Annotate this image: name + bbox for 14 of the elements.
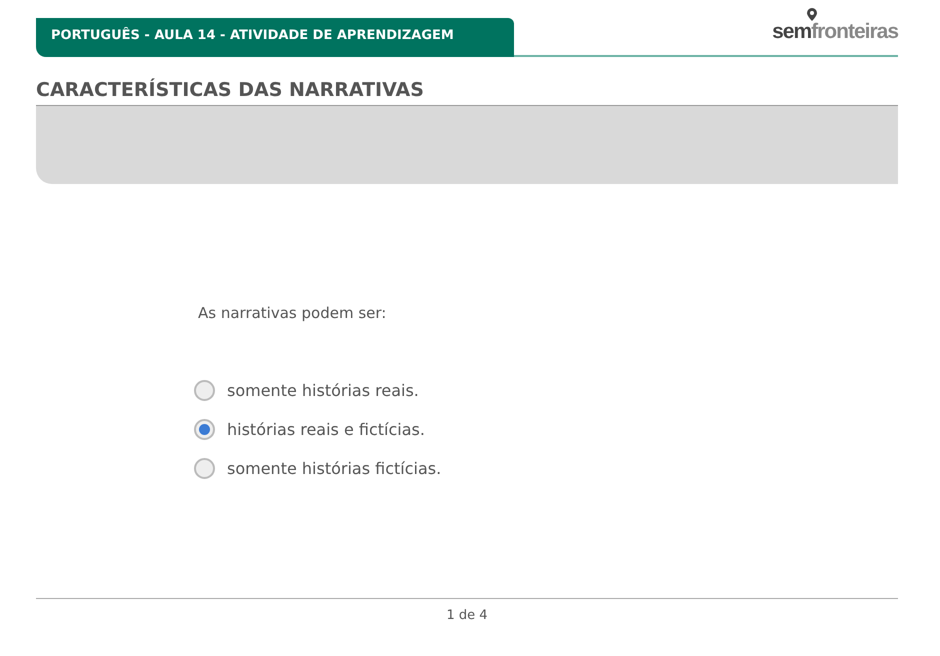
logo: semfronteiras	[772, 20, 898, 44]
option-label: somente histórias reais.	[227, 381, 419, 400]
page-indicator: 1 de 4	[446, 608, 488, 623]
answer-option[interactable]: somente histórias reais.	[194, 380, 419, 401]
radio-button[interactable]	[194, 458, 215, 479]
answer-option[interactable]: somente histórias fictícias.	[194, 458, 442, 479]
answer-option[interactable]: histórias reais e fictícias.	[194, 419, 425, 440]
course-title-bar: PORTUGUÊS - AULA 14 - ATIVIDADE DE APRENDIZAGEM	[36, 18, 514, 57]
radio-button[interactable]	[194, 419, 215, 440]
map-pin-icon	[807, 8, 818, 21]
radio-button[interactable]	[194, 380, 215, 401]
option-label: somente histórias fictícias.	[227, 459, 442, 478]
question-text: As narrativas podem ser:	[198, 304, 388, 322]
option-label: histórias reais e fictícias.	[227, 420, 425, 439]
